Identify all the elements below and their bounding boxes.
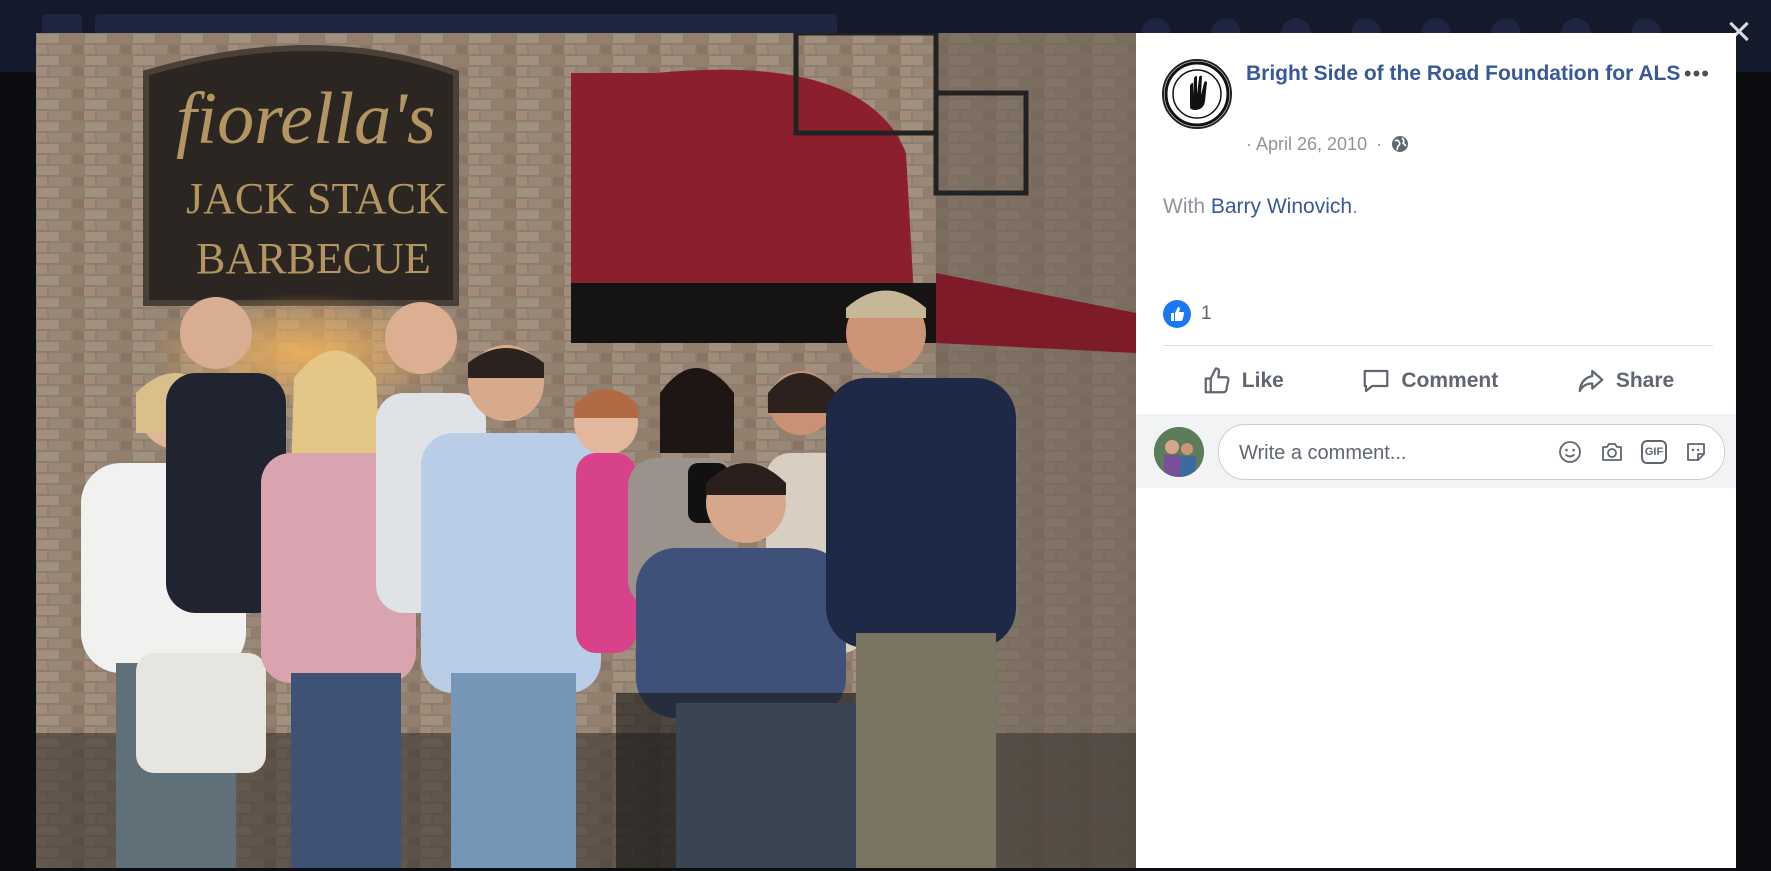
with-prefix: With — [1163, 195, 1211, 218]
tagged-person-link[interactable]: Barry Winovich — [1211, 195, 1352, 218]
comment-icon — [1364, 369, 1389, 393]
divider — [1163, 345, 1713, 346]
globe-icon[interactable] — [1391, 135, 1409, 153]
page-name-link[interactable]: Bright Side of the Road Foundation for A… — [1246, 59, 1686, 89]
meta-dot: · — [1246, 134, 1252, 154]
sticker-icon[interactable] — [1682, 438, 1710, 466]
share-label: Share — [1615, 369, 1675, 392]
tagged-with-line: With Barry Winovich. — [1163, 195, 1358, 219]
share-button[interactable]: Share — [1576, 366, 1674, 396]
like-label: Like — [1241, 369, 1284, 392]
gif-icon[interactable]: GIF — [1640, 438, 1668, 466]
gif-label: GIF — [1641, 440, 1667, 464]
post-actions: Like Comment Share — [1163, 355, 1713, 407]
with-suffix: . — [1352, 195, 1358, 218]
post-meta: · April 26, 2010 · — [1246, 134, 1409, 155]
sign-text-line2: JACK STACK — [186, 174, 448, 223]
post-photo[interactable]: fiorella's JACK STACK BARBECUE — [36, 33, 1136, 868]
reaction-summary[interactable]: 1 — [1163, 300, 1212, 328]
comment-input-box[interactable]: GIF — [1218, 424, 1725, 480]
comment-composer: GIF — [1136, 414, 1736, 488]
user-avatar[interactable] — [1154, 427, 1204, 477]
page-avatar[interactable] — [1162, 59, 1232, 129]
comment-label: Comment — [1401, 369, 1499, 392]
share-icon — [1578, 369, 1604, 393]
camera-icon[interactable] — [1598, 438, 1626, 466]
comment-tools: GIF — [1556, 438, 1710, 466]
like-count: 1 — [1201, 303, 1212, 324]
more-options-icon[interactable]: ••• — [1684, 61, 1710, 87]
comment-input[interactable] — [1237, 439, 1531, 467]
like-button[interactable]: Like — [1202, 366, 1284, 396]
emoji-icon[interactable] — [1556, 438, 1584, 466]
thumbs-up-icon — [1204, 367, 1230, 394]
meta-dot: · — [1376, 134, 1383, 154]
like-reaction-icon — [1163, 300, 1191, 328]
sign-text-line1: fiorella's — [176, 78, 436, 160]
post-date[interactable]: April 26, 2010 — [1256, 134, 1367, 154]
comment-button[interactable]: Comment — [1361, 366, 1498, 396]
sign-text-line3: BARBECUE — [196, 234, 431, 283]
